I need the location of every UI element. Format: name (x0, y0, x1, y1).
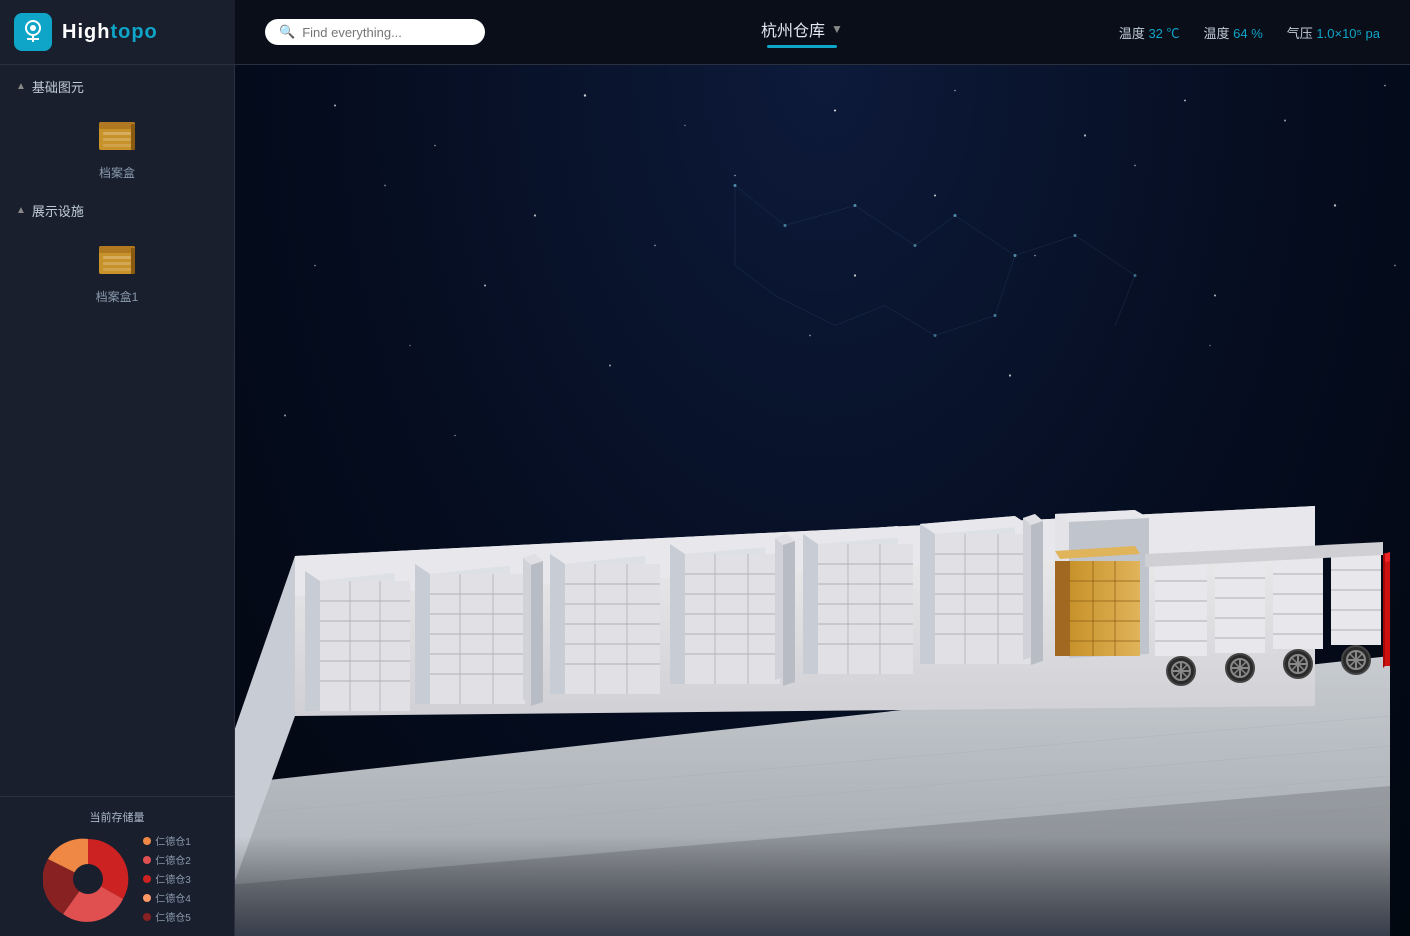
status-bar: 温度 32 ℃ 温度 64 % 气压 1.0×10⁵ pa (1119, 23, 1380, 42)
legend-label-2: 仁德仓3 (155, 871, 191, 886)
search-box[interactable]: 🔍 (265, 19, 485, 45)
nav-dropdown-arrow[interactable]: ▼ (831, 22, 843, 36)
legend-item-2: 仁德仓3 (143, 871, 191, 886)
header-center: 🔍 杭州仓库 ▼ 温度 32 ℃ 温度 64 % 气压 1.0×10⁵ pa (235, 0, 1410, 65)
legend-item-1: 仁德仓2 (143, 852, 191, 867)
pie-container: 仁德仓1 仁德仓2 仁德仓3 仁德仓4 仁德仓5 (10, 833, 224, 924)
legend-label-3: 仁德仓4 (155, 890, 191, 905)
archive-box-label: 档案盒 (99, 164, 135, 181)
pie-legend: 仁德仓1 仁德仓2 仁德仓3 仁德仓4 仁德仓5 (143, 833, 191, 924)
section-display[interactable]: ▲ 展示设施 (0, 189, 234, 228)
nav-title[interactable]: 杭州仓库 ▼ (761, 17, 843, 41)
search-input[interactable] (302, 25, 462, 40)
legend-dot-3 (143, 894, 151, 902)
status-humidity: 温度 64 % (1204, 23, 1263, 42)
status-pressure: 气压 1.0×10⁵ pa (1287, 23, 1380, 42)
archive-box1-label: 档案盒1 (96, 288, 139, 305)
logo-icon (14, 13, 52, 51)
sidebar-item-archive-box1[interactable]: 档案盒1 (0, 228, 234, 313)
pie-chart (43, 834, 133, 924)
legend-dot-1 (143, 856, 151, 864)
sidebar-item-archive-box[interactable]: 档案盒 (0, 104, 234, 189)
logo-text: Hightopo (62, 21, 158, 44)
legend-item-3: 仁德仓4 (143, 890, 191, 905)
legend-dot-4 (143, 913, 151, 921)
logo-area: Hightopo (0, 0, 235, 65)
legend-label-0: 仁德仓1 (155, 833, 191, 848)
collapse-icon: ▲ (16, 81, 26, 92)
chart-area: 当前存储量 仁德仓1 (0, 796, 234, 936)
legend-dot-2 (143, 875, 151, 883)
legend-label-4: 仁德仓5 (155, 909, 191, 924)
legend-item-4: 仁德仓5 (143, 909, 191, 924)
nav-center: 杭州仓库 ▼ (761, 17, 843, 48)
search-icon: 🔍 (279, 24, 295, 40)
warehouse-scene (235, 406, 1410, 936)
nav-underline (767, 45, 837, 48)
archive-box-icon (95, 114, 139, 158)
collapse-icon-2: ▲ (16, 205, 26, 216)
legend-item-0: 仁德仓1 (143, 833, 191, 848)
archive-box1-icon (95, 238, 139, 282)
status-temp: 温度 32 ℃ (1119, 23, 1180, 42)
section-display-label: 展示设施 (32, 201, 84, 220)
legend-dot-0 (143, 837, 151, 845)
section-basic[interactable]: ▲ 基础图元 (0, 65, 234, 104)
sidebar: ▲ 基础图元 档案盒 ▲ 展示设施 (0, 65, 235, 936)
section-basic-label: 基础图元 (32, 77, 84, 96)
legend-label-1: 仁德仓2 (155, 852, 191, 867)
chart-title: 当前存储量 (10, 809, 224, 825)
main-view[interactable] (235, 65, 1410, 936)
header: Hightopo 🔍 杭州仓库 ▼ 温度 32 ℃ 温度 64 % 气压 1.0… (0, 0, 1410, 65)
